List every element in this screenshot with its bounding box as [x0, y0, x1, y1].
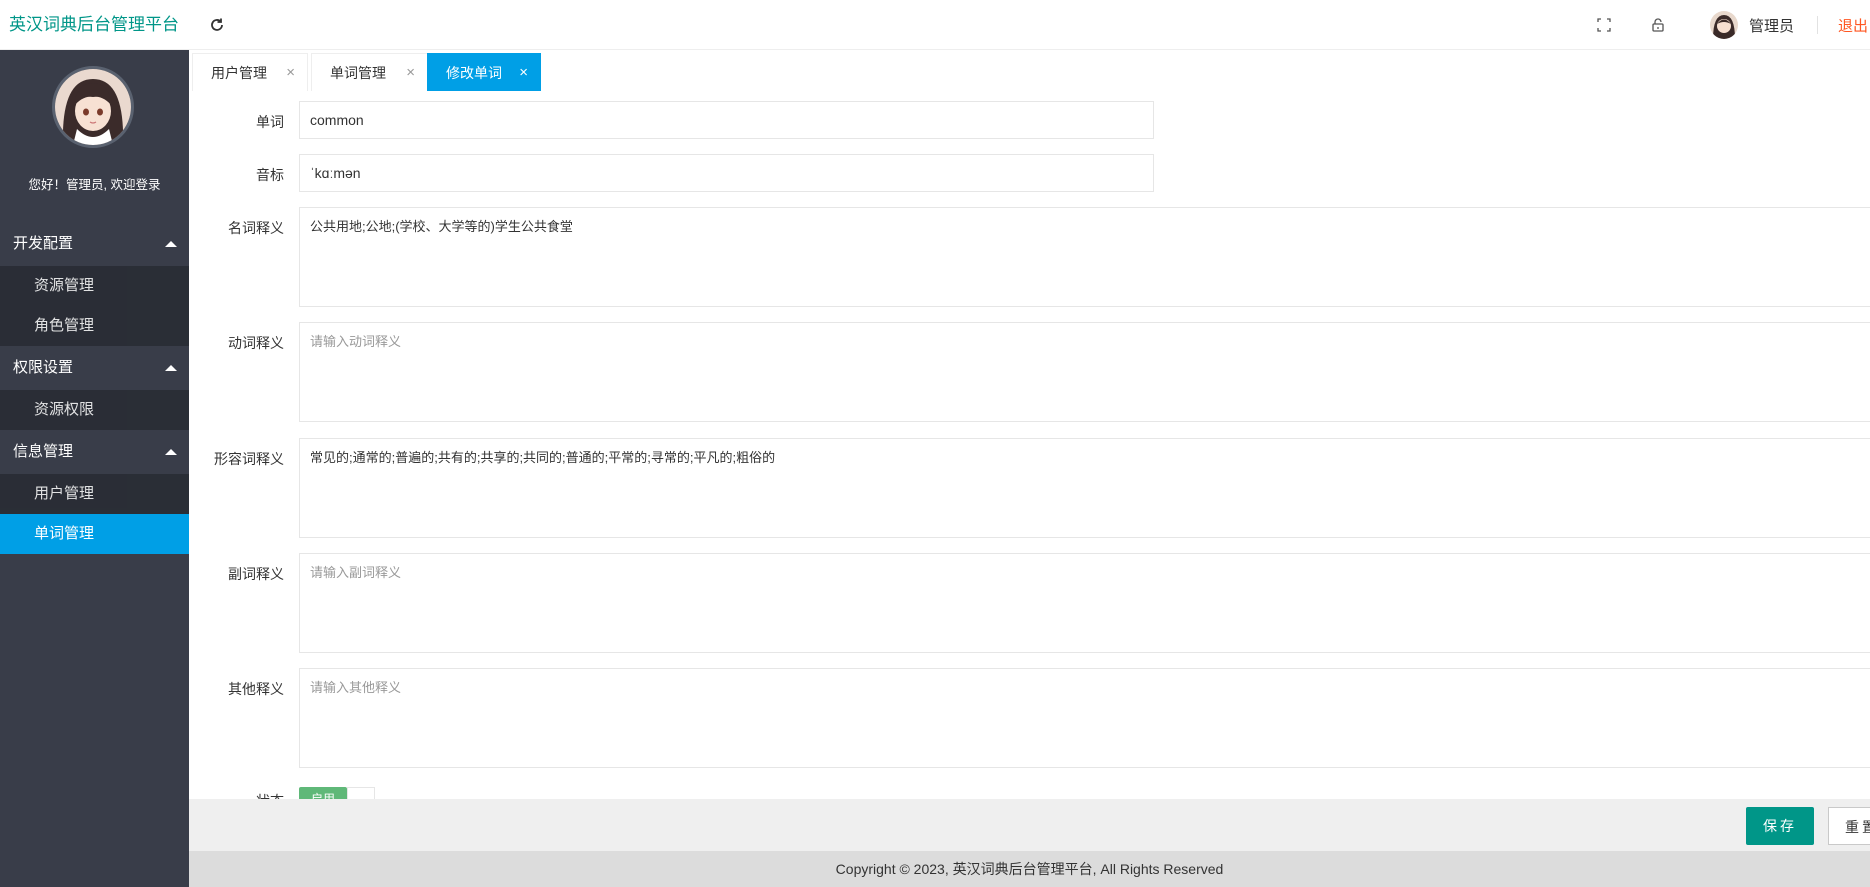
fullscreen-icon[interactable]: [1593, 14, 1615, 36]
word-input[interactable]: [299, 101, 1154, 139]
app-logo[interactable]: 英汉词典后台管理平台: [0, 0, 189, 50]
caret-up-icon: [165, 449, 177, 455]
sidebar: 您好！管理员, 欢迎登录 开发配置 资源管理 角色管理 权限设置 资源权限 信息…: [0, 50, 189, 887]
header-avatar[interactable]: [1710, 11, 1738, 39]
word-label: 单词: [256, 114, 284, 130]
status-label: 状态: [189, 791, 284, 799]
sidebar-item-resource-permission[interactable]: 资源权限: [0, 390, 189, 430]
tab-label: 用户管理: [211, 65, 267, 81]
sidebar-item-word-management[interactable]: 单词管理: [0, 514, 189, 554]
footer-copyright: Copyright © 2023, 英汉词典后台管理平台, All Rights…: [189, 851, 1870, 887]
save-button[interactable]: 保存: [1746, 807, 1814, 845]
sidebar-item-resource-management[interactable]: 资源管理: [0, 266, 189, 306]
tab-label: 单词管理: [330, 65, 386, 81]
adverb-textarea[interactable]: [299, 553, 1870, 653]
nav-group-dev-config[interactable]: 开发配置: [0, 222, 189, 266]
sidebar-item-user-management[interactable]: 用户管理: [0, 474, 189, 514]
tab-user-management[interactable]: 用户管理 ×: [192, 53, 308, 91]
form-action-bar: 保存 重置: [189, 799, 1870, 851]
edit-word-form: 单词 音标 名词释义 公共用地;公地;(学校、大学等的)学生公共食堂 动词释义 …: [189, 91, 1870, 799]
switch-knob[interactable]: [347, 787, 375, 799]
adjective-label: 形容词释义: [214, 451, 284, 467]
sidebar-item-role-management[interactable]: 角色管理: [0, 306, 189, 346]
header-divider: [1817, 16, 1818, 34]
adverb-label: 副词释义: [228, 566, 284, 582]
noun-label: 名词释义: [228, 220, 284, 236]
phonetic-input[interactable]: [299, 154, 1154, 192]
nav-group-label: 信息管理: [13, 443, 74, 460]
phonetic-label: 音标: [256, 167, 284, 183]
lock-icon[interactable]: [1647, 14, 1669, 36]
tab-word-management[interactable]: 单词管理 ×: [311, 53, 428, 91]
nav-group-label: 权限设置: [13, 359, 74, 376]
refresh-icon[interactable]: [206, 14, 228, 36]
adjective-textarea[interactable]: 常见的;通常的;普遍的;共有的;共享的;共同的;普通的;平常的;寻常的;平凡的;…: [299, 438, 1870, 538]
close-icon[interactable]: ×: [519, 54, 528, 92]
caret-up-icon: [165, 365, 177, 371]
profile-avatar: [52, 66, 134, 148]
caret-up-icon: [165, 241, 177, 247]
other-label: 其他释义: [228, 681, 284, 697]
nav-group-info-management[interactable]: 信息管理: [0, 430, 189, 474]
top-header: 英汉词典后台管理平台 管理员 退出: [0, 0, 1870, 50]
close-icon[interactable]: ×: [406, 54, 415, 92]
tab-label: 修改单词: [446, 65, 502, 81]
noun-textarea[interactable]: 公共用地;公地;(学校、大学等的)学生公共食堂: [299, 207, 1870, 307]
welcome-text: 您好！管理员, 欢迎登录: [28, 178, 161, 192]
sidebar-nav: 开发配置 资源管理 角色管理 权限设置 资源权限 信息管理 用户管理 单词管理: [0, 222, 189, 554]
tab-edit-word[interactable]: 修改单词 ×: [427, 53, 541, 91]
header-username[interactable]: 管理员: [1749, 15, 1794, 36]
nav-group-label: 开发配置: [13, 235, 74, 252]
nav-group-permissions[interactable]: 权限设置: [0, 346, 189, 390]
verb-textarea[interactable]: [299, 322, 1870, 422]
verb-label: 动词释义: [228, 335, 284, 351]
reset-button[interactable]: 重置: [1828, 807, 1870, 845]
other-textarea[interactable]: [299, 668, 1870, 768]
tab-bar: 用户管理 × 单词管理 × 修改单词 ×: [189, 50, 1870, 91]
status-switch[interactable]: 启用: [299, 787, 347, 799]
logout-link[interactable]: 退出: [1838, 15, 1868, 36]
close-icon[interactable]: ×: [286, 54, 295, 92]
